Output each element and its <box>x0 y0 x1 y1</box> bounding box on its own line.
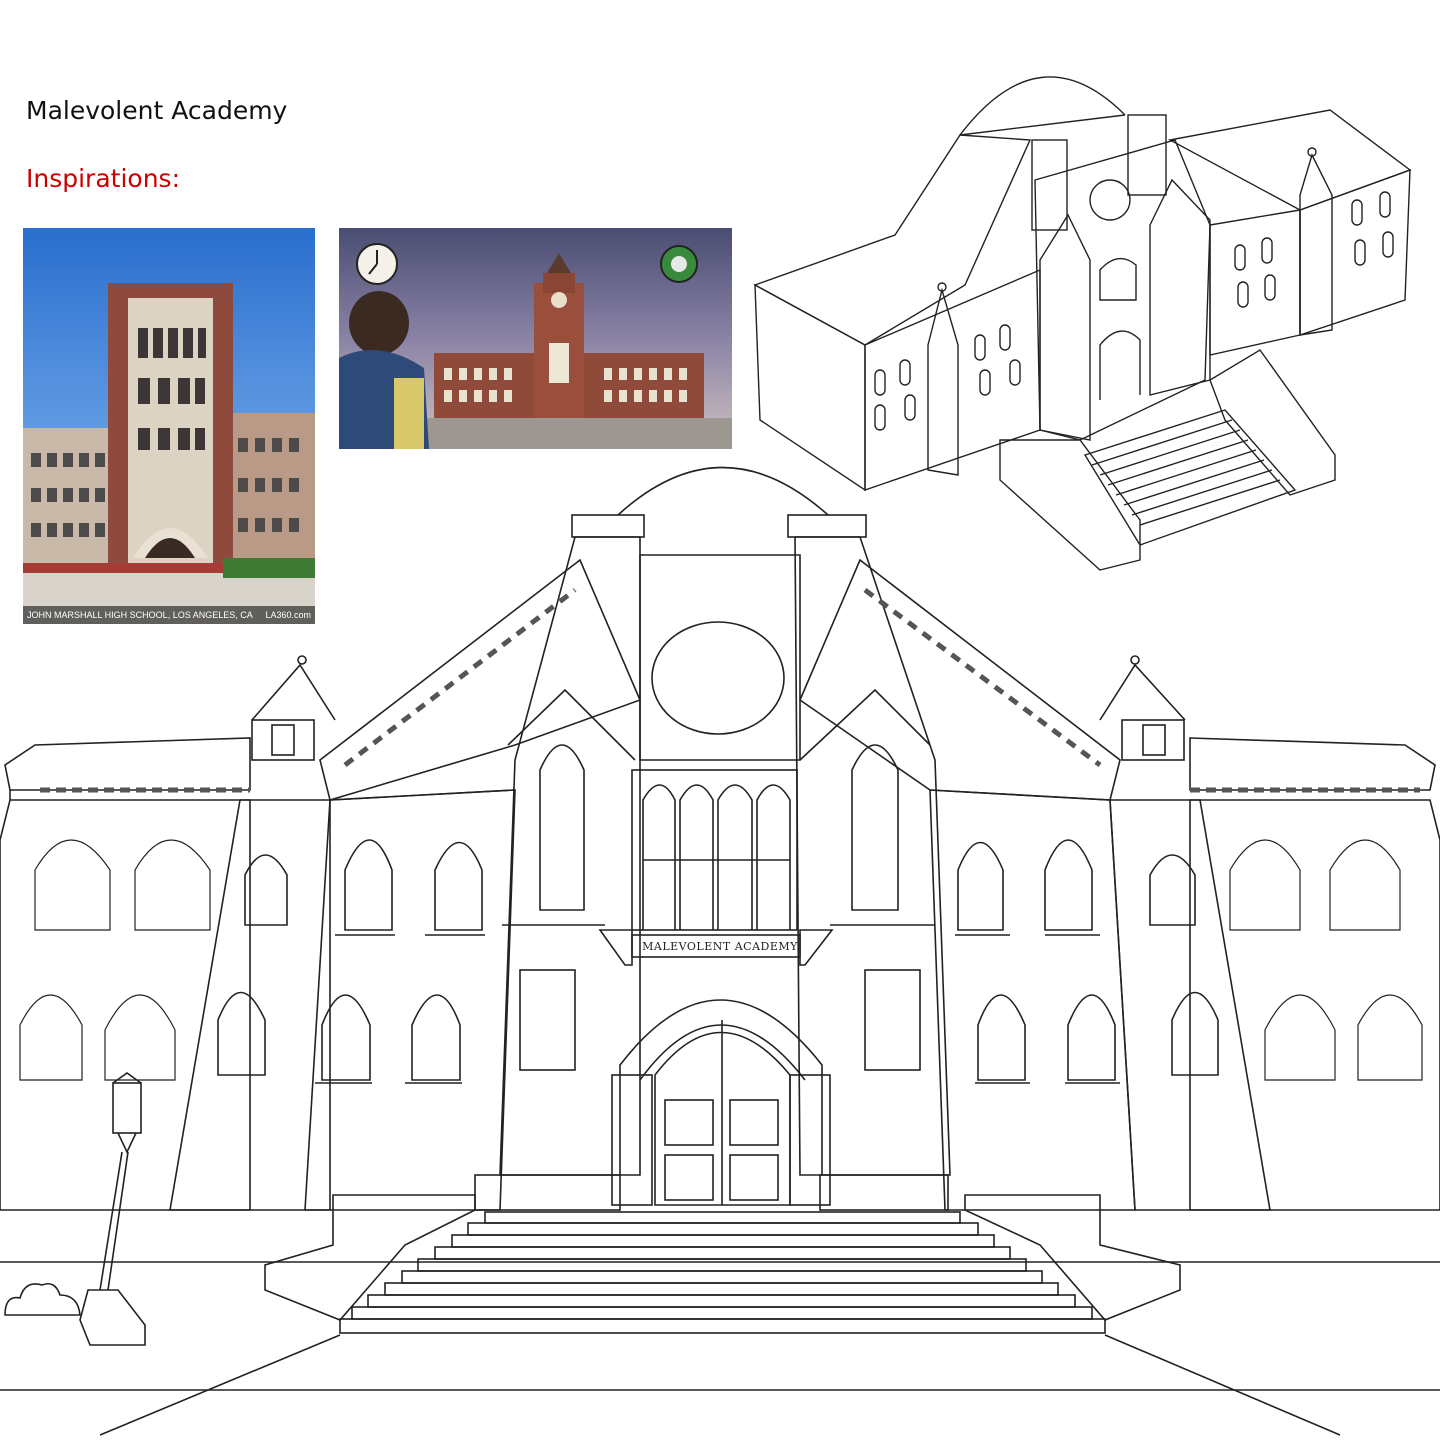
isometric-building-sketch <box>753 76 1412 571</box>
inspiration-photo-school: JOHN MARSHALL HIGH SCHOOL, LOS ANGELES, … <box>23 228 315 624</box>
inspiration-photo-game <box>339 228 732 449</box>
inspirations-heading: Inspirations: <box>26 164 180 193</box>
photo-caption-source: LA360.com <box>265 610 311 620</box>
photo-caption: JOHN MARSHALL HIGH SCHOOL, LOS ANGELES, … <box>23 606 315 624</box>
page-title: Malevolent Academy <box>26 96 288 125</box>
building-sign: MALEVOLENT ACADEMY <box>642 940 798 953</box>
photo-caption-location: JOHN MARSHALL HIGH SCHOOL, LOS ANGELES, … <box>27 610 253 620</box>
school-photo-illustration <box>23 283 315 624</box>
main-building-drawing: MALEVOLENT ACADEMY <box>0 466 1440 1436</box>
game-screenshot-illustration <box>339 243 732 449</box>
